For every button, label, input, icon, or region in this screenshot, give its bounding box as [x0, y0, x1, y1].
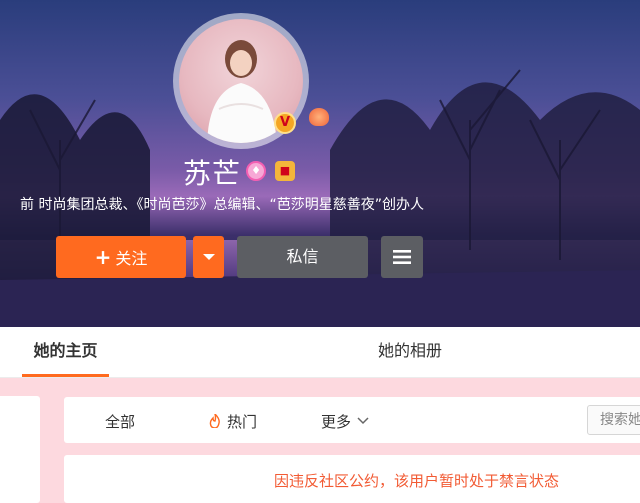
caret-down-icon: [202, 254, 215, 260]
pink-badge-icon[interactable]: ♦: [246, 161, 266, 181]
verified-v-icon: V: [274, 112, 296, 134]
feed-filter-bar: 全部 热门 更多: [64, 397, 640, 443]
profile-name: 苏芒: [183, 157, 242, 190]
filter-hot[interactable]: 热门: [209, 411, 257, 432]
follow-button[interactable]: + 关注: [56, 236, 186, 278]
profile-tabs: 她的主页 她的相册: [0, 327, 640, 378]
flame-icon: [209, 411, 220, 429]
plus-icon: +: [94, 245, 112, 269]
ban-notice: 因违反社区公约，该用户暂时处于禁言状态: [274, 472, 560, 490]
filter-all[interactable]: 全部: [105, 411, 135, 432]
profile-description: 前 时尚集团总裁、《时尚芭莎》总编辑、“芭莎明星慈善夜”创办人: [20, 197, 424, 213]
follow-label: 关注: [115, 249, 148, 268]
gift-badge-icon[interactable]: ■: [275, 161, 295, 181]
message-button[interactable]: 私信: [237, 236, 368, 278]
follow-dropdown-button[interactable]: [193, 236, 224, 278]
sun-decoration: [309, 108, 329, 126]
filter-hot-label: 热门: [227, 413, 258, 431]
sidebar-card: [0, 396, 40, 503]
filter-more-label: 更多: [321, 413, 352, 431]
tab-home[interactable]: 她的主页: [22, 327, 109, 377]
search-input[interactable]: 搜索她: [587, 405, 640, 435]
filter-more[interactable]: 更多: [321, 411, 369, 432]
more-menu-button[interactable]: [381, 236, 423, 278]
chevron-down-icon: [357, 417, 369, 425]
tab-album[interactable]: 她的相册: [378, 327, 442, 377]
menu-icon: [393, 250, 411, 264]
